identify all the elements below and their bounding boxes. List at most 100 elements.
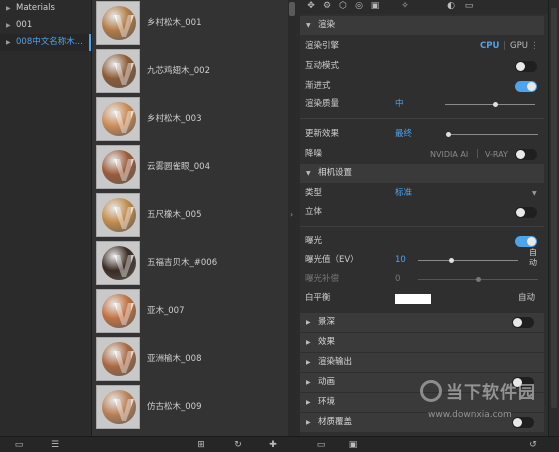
material-tree-panel: ▶ Materials ▶ 001 ▶ 008中文名称木... — [0, 0, 92, 436]
material-name: 亚木_007 — [147, 306, 185, 316]
section-camera-header[interactable]: ▼ 相机设置 — [300, 164, 544, 183]
section-header[interactable]: ▶ 渲染输出 — [300, 353, 544, 372]
material-item[interactable]: 五尺橡木_005 — [92, 192, 288, 238]
material-list: 乡村松木_001 九芯鸡翅木_002 乡村松木_003 云雾圆雀眼_004 五尺橡木_0… — [92, 0, 288, 436]
material-sphere-icon — [102, 102, 136, 136]
right-collapse-bar[interactable]: › — [548, 0, 559, 436]
cpu-option[interactable]: CPU — [480, 37, 499, 56]
watermark-url: www.downxia.com — [428, 410, 512, 420]
material-thumbnail[interactable] — [96, 193, 140, 237]
frame-buffer-icon[interactable]: ▭ — [464, 1, 474, 11]
material-item[interactable]: 乡村松木_003 — [92, 96, 288, 142]
exposure-auto-button[interactable]: 自动 — [526, 248, 540, 268]
render-quality-value: 中 — [395, 99, 404, 109]
material-name: 亚洲榆木_008 — [147, 354, 202, 364]
exposure-slider[interactable] — [418, 260, 518, 261]
more-options-icon[interactable]: ⋮ — [530, 37, 539, 56]
white-balance-row: 白平衡 自动 — [300, 289, 544, 308]
progressive-row: 渐进式 — [300, 77, 544, 96]
teapot-icon[interactable]: ◐ — [446, 1, 456, 11]
material-name: 乡村松木_001 — [147, 18, 202, 28]
tree-item-001[interactable]: ▶ 001 — [0, 17, 91, 34]
gpu-option[interactable]: GPU — [510, 37, 528, 56]
denoise-toggle[interactable] — [515, 149, 537, 160]
denoise-vray-option[interactable]: V-RAY — [485, 145, 508, 164]
material-thumbnail[interactable] — [96, 289, 140, 333]
material-thumbnail[interactable] — [96, 385, 140, 429]
refresh-icon[interactable]: ↻ — [233, 440, 243, 450]
white-balance-swatch[interactable] — [395, 294, 431, 304]
save-icon[interactable]: ▣ — [348, 440, 358, 450]
section-label: 环境 — [318, 397, 336, 407]
settings-toolbar: ✥ ⚙ ⬡ ◎ ▣ ✧ ◐ ▭ — [300, 0, 548, 14]
tree-item-008[interactable]: ▶ 008中文名称木... — [0, 34, 91, 51]
exposure-value-row: 曝光值（EV） 10 自动 — [300, 248, 544, 270]
exposure-slider-knob[interactable] — [449, 258, 454, 263]
list-view-icon[interactable]: ☰ — [50, 440, 60, 450]
material-item[interactable]: 仿古松木_009 — [92, 384, 288, 430]
expand-triangle-icon: ▶ — [306, 419, 311, 426]
light-icon[interactable]: ✧ — [400, 1, 410, 11]
render-icon[interactable]: ▣ — [370, 1, 380, 11]
denoise-nvidia-option[interactable]: NVIDIA AI — [430, 145, 468, 164]
expand-arrow-icon[interactable]: ▶ — [6, 17, 16, 34]
render-settings-panel: ✥ ⚙ ⬡ ◎ ▣ ✧ ◐ ▭ ▼ 渲染 渲染引擎 CPU | GPU ⋮ 互动… — [300, 0, 548, 436]
material-thumbnail[interactable] — [96, 145, 140, 189]
material-thumbnail[interactable] — [96, 1, 140, 45]
material-item[interactable]: 乡村松木_001 — [92, 0, 288, 46]
section-label: 效果 — [318, 337, 336, 347]
section-header[interactable]: ▶ 景深 — [300, 313, 544, 332]
undo-icon[interactable]: ↺ — [528, 440, 538, 450]
collapse-right-arrow-icon[interactable]: › — [290, 210, 293, 219]
stereo-row: 立体 — [300, 203, 544, 222]
material-sphere-icon — [102, 54, 136, 88]
expand-arrow-icon[interactable]: ▶ — [6, 34, 16, 51]
expand-arrow-icon[interactable]: ▶ — [6, 0, 16, 17]
material-thumbnail[interactable] — [96, 49, 140, 93]
exposure-toggle[interactable] — [515, 236, 537, 247]
material-item[interactable]: 云雾圆雀眼_004 — [92, 144, 288, 190]
exposure-comp-value: 0 — [395, 274, 401, 284]
update-effect-slider[interactable] — [448, 134, 538, 135]
layers-icon[interactable]: ◎ — [354, 1, 364, 11]
expand-triangle-icon: ▶ — [306, 359, 311, 366]
material-thumbnail[interactable] — [96, 97, 140, 141]
white-balance-auto-button[interactable]: 自动 — [518, 289, 535, 308]
stereo-toggle[interactable] — [515, 207, 537, 218]
material-name: 云雾圆雀眼_004 — [147, 162, 210, 172]
material-thumbnail[interactable] — [96, 337, 140, 381]
camera-type-value[interactable]: 标准 — [395, 184, 412, 203]
interactive-mode-toggle[interactable] — [515, 61, 537, 72]
cube-icon[interactable]: ⬡ — [338, 1, 348, 11]
section-header[interactable]: ▶ 效果 — [300, 333, 544, 352]
render-quality-slider[interactable] — [445, 104, 535, 105]
add-material-icon[interactable]: ✚ — [268, 440, 278, 450]
open-folder-icon[interactable]: ▭ — [14, 440, 24, 450]
material-item[interactable]: 五福吉贝木_#006 — [92, 240, 288, 286]
section-render-header[interactable]: ▼ 渲染 — [300, 16, 544, 35]
settings-tab-icon[interactable]: ⚙ — [322, 1, 332, 11]
interactive-mode-row: 互动模式 — [300, 57, 544, 76]
render-quality-slider-knob[interactable] — [492, 102, 498, 107]
material-thumbnail[interactable] — [96, 241, 140, 285]
update-effect-slider-knob[interactable] — [446, 132, 451, 137]
scrollbar-thumb[interactable] — [289, 2, 295, 16]
material-sphere-icon — [102, 150, 136, 184]
material-item[interactable]: 九芯鸡翅木_002 — [92, 48, 288, 94]
move-icon[interactable]: ✥ — [306, 1, 316, 11]
tree-item-materials[interactable]: ▶ Materials — [0, 0, 91, 17]
grid-view-icon[interactable]: ⊞ — [196, 440, 206, 450]
progressive-toggle[interactable] — [515, 81, 537, 92]
settings-scrollbar[interactable] — [551, 8, 557, 408]
material-name: 五尺橡木_005 — [147, 210, 202, 220]
material-item[interactable]: 亚洲榆木_008 — [92, 336, 288, 382]
dropdown-arrow-icon[interactable]: ▼ — [532, 184, 537, 203]
expand-triangle-icon: ▶ — [306, 339, 311, 346]
expand-triangle-icon: ▶ — [306, 379, 311, 386]
camera-type-row: 类型 标准 ▼ — [300, 184, 544, 203]
denoise-row: 降噪 NVIDIA AI | V-RAY — [300, 145, 544, 164]
exposure-value[interactable]: 10 — [395, 251, 406, 270]
section-toggle[interactable] — [512, 317, 534, 328]
material-item[interactable]: 亚木_007 — [92, 288, 288, 334]
open-file-icon[interactable]: ▭ — [316, 440, 326, 450]
